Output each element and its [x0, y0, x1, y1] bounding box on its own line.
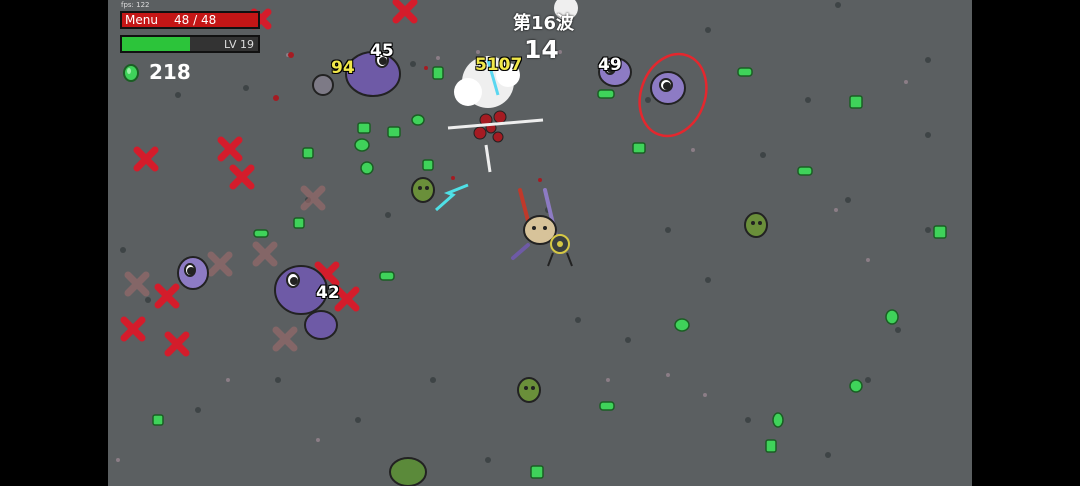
health-text: 48 / 48	[174, 13, 217, 27]
fps-counter: fps: 122	[121, 1, 150, 9]
damage-number: 45	[370, 41, 394, 61]
materials-count: 218	[149, 60, 191, 84]
player-character	[511, 188, 573, 267]
game-arena[interactable]: fps: 122 Menu 48 / 48 LV 19 218 第16波 14 …	[108, 0, 972, 486]
experience-bar: LV 19	[120, 35, 260, 53]
battlefield	[116, 0, 947, 486]
green-fruit-icon	[123, 64, 139, 82]
damage-number: 5107	[475, 55, 523, 75]
materials-drops	[152, 66, 947, 479]
pebble-decor	[116, 50, 908, 462]
damage-number: 42	[316, 283, 340, 303]
damage-number: 49	[598, 55, 622, 75]
health-bar: Menu 48 / 48	[120, 11, 260, 29]
shrub-enemies	[389, 177, 768, 486]
damage-number: 94	[331, 58, 355, 78]
wave-label: 第16波	[513, 13, 575, 34]
menu-button[interactable]: Menu	[125, 13, 158, 28]
level-text: LV 19	[224, 38, 254, 51]
experience-fill	[122, 37, 190, 51]
wave-timer: 14	[524, 35, 559, 64]
